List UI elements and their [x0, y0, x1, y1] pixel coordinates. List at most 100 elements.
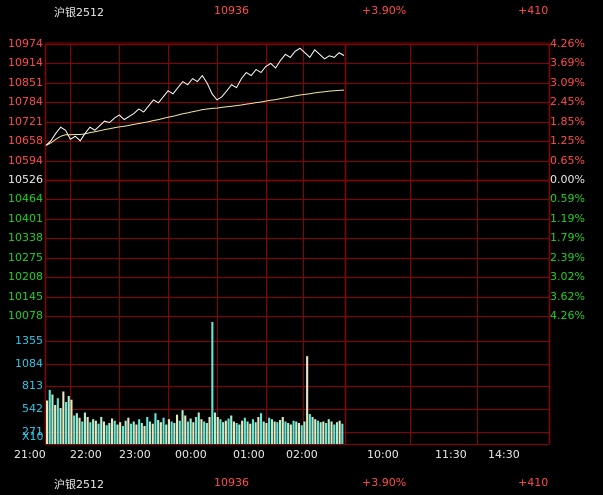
volume-bar: [322, 421, 325, 444]
average-price-line: [45, 89, 345, 146]
price-axis-label: 10721: [8, 115, 43, 128]
time-axis-label: 14:30: [488, 448, 520, 461]
volume-axis-label: 813: [22, 379, 43, 392]
time-axis-label: 22:00: [70, 448, 102, 461]
volume-bar: [157, 420, 160, 444]
volume-bar: [246, 421, 249, 444]
volume-bar: [89, 422, 92, 444]
percent-axis-label: 2.45%: [550, 95, 585, 108]
volume-bar: [306, 356, 309, 444]
volume-bar: [292, 420, 295, 444]
volume-bar: [235, 423, 238, 444]
volume-bar: [316, 420, 319, 444]
volume-bar: [178, 420, 181, 444]
volume-bar: [205, 423, 208, 444]
volume-bar: [238, 424, 241, 444]
volume-bar: [143, 426, 146, 444]
volume-bar: [119, 422, 122, 444]
volume-bar: [67, 396, 70, 444]
volume-bar: [167, 419, 170, 444]
volume-bar: [162, 417, 165, 444]
change-absolute-bottom: +410: [518, 476, 549, 489]
percent-axis-label: 4.26%: [550, 37, 585, 50]
volume-bar: [83, 412, 86, 444]
price-axis-label: 10275: [8, 251, 43, 264]
volume-bar: [338, 420, 341, 444]
volume-bar: [105, 425, 108, 444]
time-axis-label: 00:00: [175, 448, 207, 461]
volume-bar: [113, 420, 116, 444]
volume-bar: [314, 419, 317, 444]
header-bottom: 沪银2512 10936 +3.90% +410: [0, 472, 603, 492]
time-axis-label: 01:00: [233, 448, 265, 461]
volume-bar: [135, 424, 138, 444]
volume-bar: [319, 422, 322, 444]
volume-bar: [132, 421, 135, 444]
volume-bar: [70, 399, 73, 444]
volume-bar: [216, 417, 219, 444]
volume-bar: [203, 421, 206, 444]
percent-axis-label: 0.00%: [550, 173, 585, 186]
volume-bar: [121, 426, 124, 444]
volume-bar: [341, 423, 344, 444]
volume-bar: [116, 424, 119, 444]
volume-bar: [254, 422, 257, 444]
price-axis-label: 10526: [8, 173, 43, 186]
volume-bar: [227, 418, 230, 444]
volume-unit-label: X10: [22, 430, 44, 443]
volume-bar: [78, 417, 81, 444]
volume-bar: [241, 420, 244, 444]
percent-axis-label: 3.69%: [550, 56, 585, 69]
volume-bar: [287, 423, 290, 444]
intraday-chart[interactable]: [0, 0, 603, 495]
price-axis-label: 10078: [8, 309, 43, 322]
volume-bar: [230, 415, 233, 444]
time-axis-label: 11:30: [435, 448, 467, 461]
volume-bar: [186, 421, 189, 444]
change-percent-bottom: +3.90%: [362, 476, 407, 489]
volume-bar: [295, 421, 298, 444]
chart-grid: [44, 42, 551, 445]
volume-bar: [311, 417, 314, 444]
volume-bar: [262, 421, 265, 444]
volume-bar: [265, 423, 268, 444]
volume-bar: [170, 421, 173, 444]
volume-bar: [335, 422, 338, 444]
price-axis-label: 10464: [8, 192, 43, 205]
volume-bar: [165, 424, 168, 444]
symbol-label-bottom: 沪银2512: [54, 478, 104, 491]
volume-bars: [46, 322, 344, 444]
volume-bar: [73, 415, 76, 444]
volume-bar: [297, 423, 300, 444]
volume-bar: [249, 423, 252, 444]
price-line: [45, 47, 345, 146]
volume-bar: [181, 410, 184, 444]
volume-bar: [97, 423, 100, 444]
price-axis-label: 10784: [8, 95, 43, 108]
volume-bar: [81, 421, 84, 444]
percent-axis-label: 0.59%: [550, 192, 585, 205]
volume-bar: [46, 400, 49, 444]
volume-bar: [192, 422, 195, 444]
volume-bar: [189, 418, 192, 444]
volume-bar: [184, 415, 187, 444]
price-axis-label: 10658: [8, 134, 43, 147]
volume-bar: [151, 423, 154, 444]
volume-bar: [140, 423, 143, 444]
percent-axis-label: 3.02%: [550, 270, 585, 283]
volume-bar: [251, 419, 254, 444]
volume-bar: [138, 419, 141, 444]
volume-bar: [268, 417, 271, 444]
volume-bar: [127, 417, 130, 444]
volume-bar: [197, 412, 200, 444]
percent-axis-label: 1.79%: [550, 231, 585, 244]
volume-bar: [102, 421, 105, 444]
volume-bar: [111, 418, 114, 444]
price-axis-label: 10914: [8, 56, 43, 69]
volume-bar: [214, 412, 217, 444]
volume-bar: [333, 424, 336, 444]
volume-bar: [327, 419, 330, 444]
volume-bar: [154, 413, 157, 444]
percent-axis-label: 4.26%: [550, 309, 585, 322]
volume-bar: [195, 417, 198, 444]
